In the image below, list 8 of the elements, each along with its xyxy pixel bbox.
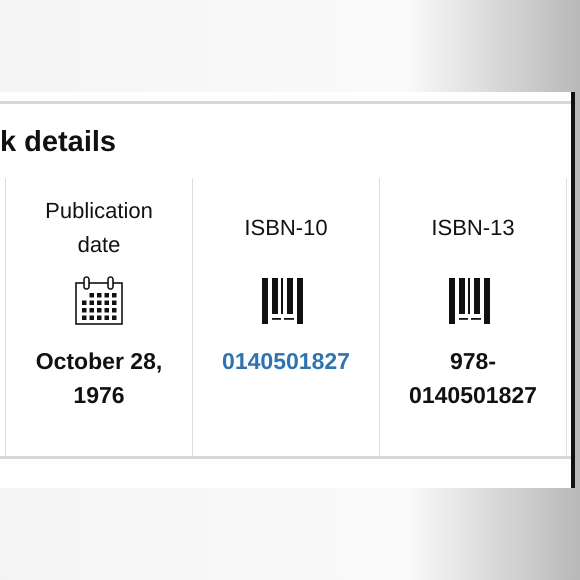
detail-label: Publication date <box>44 197 154 259</box>
section-title: k details <box>0 125 118 160</box>
detail-label: ISBN-10 <box>244 214 328 242</box>
detail-label: ISBN-13 <box>431 214 515 242</box>
detail-link[interactable]: 0140501827 <box>222 344 350 378</box>
calendar-icon <box>74 276 124 326</box>
detail-value: 978-0140501827 <box>408 347 538 410</box>
detail-value: October 28, 1976 <box>34 347 164 410</box>
